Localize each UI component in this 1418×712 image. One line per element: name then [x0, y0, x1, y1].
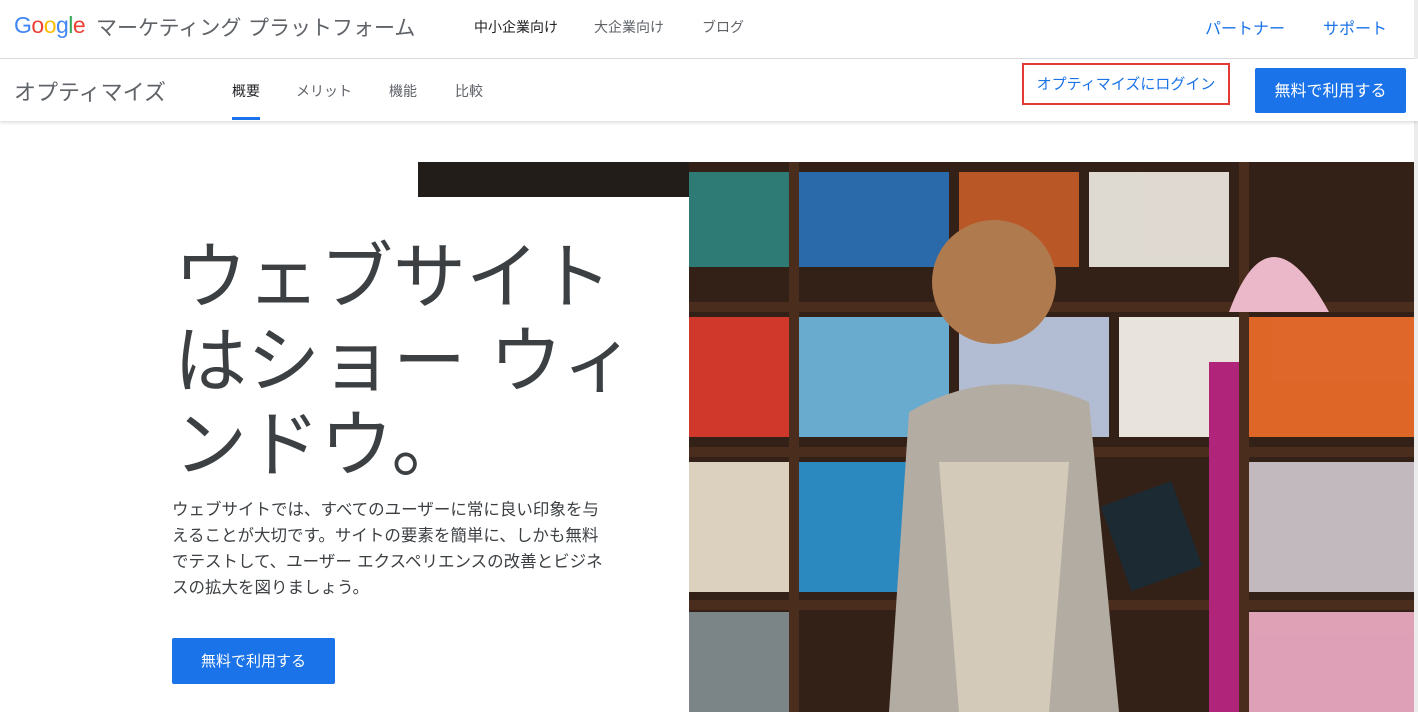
nav-enterprise[interactable]: 大企業向け	[594, 17, 664, 37]
nav-blog[interactable]: ブログ	[702, 17, 744, 37]
hero-description: ウェブサイトでは、すべてのユーザーに常に良い印象を与 えることが大切です。サイト…	[172, 497, 652, 601]
hero-headline-line-1: ウェブサイト	[174, 235, 612, 320]
hero-description-line: ウェブサイトでは、すべてのユーザーに常に良い印象を与	[172, 500, 599, 519]
support-link[interactable]: サポート	[1323, 15, 1387, 39]
hero-description-line: えることが大切です。サイトの要素を簡単に、しかも無料	[172, 526, 599, 545]
tab-benefits[interactable]: メリット	[296, 81, 352, 101]
active-tab-indicator	[232, 117, 260, 120]
free-trial-button-header[interactable]: 無料で利用する	[1255, 68, 1406, 113]
partner-link[interactable]: パートナー	[1205, 15, 1285, 39]
product-subnav: オプティマイズ 概要 メリット 機能 比較 オプティマイズにログイン 無料で利用…	[0, 59, 1418, 121]
hero-photo	[689, 162, 1418, 712]
hero-dark-band	[418, 162, 690, 197]
tab-features[interactable]: 機能	[389, 81, 417, 101]
hero-description-line: でテストして、ユーザー エクスペリエンスの改善とビジネ	[172, 552, 603, 571]
login-link[interactable]: オプティマイズにログイン	[1022, 63, 1230, 105]
nav-smb[interactable]: 中小企業向け	[474, 17, 558, 37]
google-logo[interactable]: Google	[14, 12, 86, 39]
hero-description-line: スの拡大を図りましょう。	[172, 578, 370, 597]
free-trial-button-hero[interactable]: 無料で利用する	[172, 638, 335, 684]
tab-overview[interactable]: 概要	[232, 81, 260, 101]
product-title[interactable]: オプティマイズ	[14, 75, 166, 107]
hero-headline-line-2: はショー ウィ	[174, 319, 636, 404]
hero-headline: ウェブサイト はショー ウィ ンドウ。	[174, 236, 664, 488]
yarn-shop-image	[689, 162, 1418, 712]
hero-headline-line-3: ンドウ。	[174, 403, 465, 488]
tab-compare[interactable]: 比較	[455, 81, 483, 101]
top-navigation-bar: Google マーケティング プラットフォーム 中小企業向け 大企業向け ブログ…	[0, 0, 1418, 59]
brand-title[interactable]: マーケティング プラットフォーム	[96, 12, 415, 42]
